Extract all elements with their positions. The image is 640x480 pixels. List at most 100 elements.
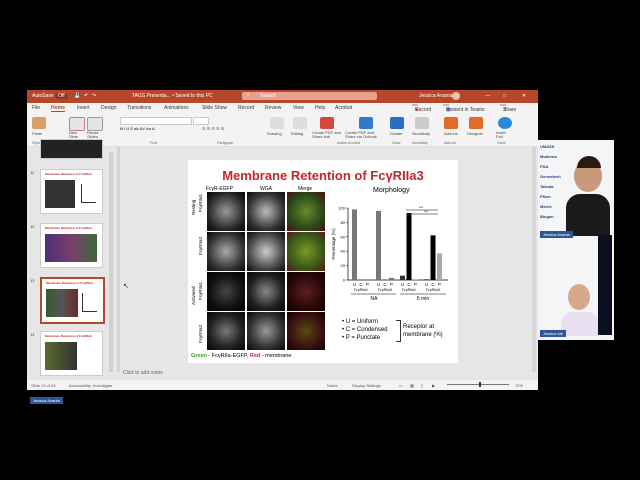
tab-acrobat[interactable]: Acrobat <box>335 105 352 111</box>
tab-design[interactable]: Design <box>101 105 117 111</box>
autosave-label: AutoSave <box>32 93 54 99</box>
slide-thumbnail[interactable]: Membrane Retention of FcγRIIa3 <box>40 169 103 214</box>
tab-transitions[interactable]: Transitions <box>127 105 151 111</box>
bar <box>358 279 364 280</box>
font-family-select[interactable] <box>120 117 192 125</box>
user-avatar[interactable] <box>452 92 460 100</box>
slide-thumbnail[interactable] <box>40 139 103 159</box>
slide-thumbnail[interactable]: Membrane Retention of FcγRIIa3 <box>40 331 103 376</box>
drawing-icon[interactable] <box>270 117 284 129</box>
splitter[interactable] <box>117 147 120 372</box>
present-in-teams-button[interactable]: ▣ Present in Teams <box>443 104 485 113</box>
category-label: U <box>353 282 356 287</box>
thumbnail-image <box>45 234 97 262</box>
thumbnail-chart <box>82 293 97 312</box>
sponsor-logo: Genentech <box>540 174 561 179</box>
create-pdf-outlook-label: Create PDF and Share via Outlook <box>345 130 377 139</box>
font-size-select[interactable] <box>193 117 209 125</box>
tab-insert[interactable]: Insert <box>77 105 90 111</box>
group-paragraph: Paragraph <box>217 141 234 145</box>
tab-slide-show[interactable]: Slide Show <box>202 105 227 111</box>
bar <box>389 277 394 280</box>
slide-thumbnail[interactable]: Membrane Retention of FcγRIIa3 <box>40 223 103 268</box>
accessibility-status[interactable]: Accessibility: Investigate <box>69 383 112 388</box>
tab-record[interactable]: Record <box>238 105 254 111</box>
participant-video <box>562 156 614 236</box>
zoom-slider[interactable] <box>447 384 509 385</box>
close-icon[interactable]: ✕ <box>522 93 526 99</box>
document-title: TAGS Presenta... • Saved to this PC <box>132 93 213 99</box>
paste-icon[interactable] <box>32 117 46 129</box>
bar <box>382 279 388 280</box>
create-pdf-share-icon[interactable] <box>320 117 334 129</box>
participant-strip-edge <box>598 235 612 335</box>
group-label: FcγRIIa3 <box>426 288 440 292</box>
slide-thumbnail-pane: 11 Membrane Retention of FcγRIIa3 12 Mem… <box>27 139 113 380</box>
figure-caption: Green - FcγRIIa-EGFP, Red - membrane <box>191 353 291 359</box>
row-group-label: Resting <box>191 199 196 215</box>
tab-help[interactable]: Help <box>315 105 325 111</box>
group-font: Font <box>150 141 158 145</box>
undo-icon[interactable]: ↶ <box>84 93 88 99</box>
category-label: C <box>383 282 387 287</box>
redo-icon[interactable]: ↷ <box>92 93 96 99</box>
sponsor-logo: UMASS <box>540 144 555 149</box>
significance-label: *** <box>419 206 424 210</box>
tab-view[interactable]: View <box>293 105 304 111</box>
insert-poll-icon[interactable] <box>498 117 512 129</box>
slide-canvas[interactable]: Membrane Retention of FcγRIIa3 FcγR-EGFP… <box>188 160 458 363</box>
slideshow-view-icon[interactable]: ▶ <box>432 383 435 388</box>
tab-animations[interactable]: Animations <box>164 105 189 111</box>
category-label: U <box>377 282 380 287</box>
editing-label: Editing <box>291 131 304 136</box>
micrograph <box>247 272 285 311</box>
legend-side-note: Receptor at membrane (%) <box>403 324 443 338</box>
row-label: FcγRIIa3 <box>198 324 203 343</box>
self-view-name-tag: Jessica Anania <box>30 397 63 404</box>
zoom-slider-thumb[interactable] <box>479 382 481 387</box>
new-slide-icon[interactable] <box>69 117 85 131</box>
maximize-icon[interactable]: □ <box>503 93 506 99</box>
minimize-icon[interactable]: — <box>485 93 490 99</box>
designer-icon[interactable] <box>469 117 483 129</box>
font-format-icons[interactable]: B I U S ab AV Aa A <box>120 126 155 131</box>
save-icon[interactable]: 💾 <box>74 93 80 99</box>
reading-view-icon[interactable]: ▯ <box>421 383 423 388</box>
thumbnail-image <box>46 289 78 317</box>
reuse-slides-label: Reuse Slides <box>87 130 99 139</box>
reuse-slides-icon[interactable] <box>87 117 103 131</box>
thumbnail-title: Membrane Retention of FcγRIIa3 <box>46 281 93 285</box>
category-label: P <box>414 282 417 287</box>
zoom-level[interactable]: 72% <box>515 383 523 388</box>
editing-icon[interactable] <box>293 117 307 129</box>
category-label: C <box>407 282 411 287</box>
slide-thumbnail-selected[interactable]: Membrane Retention of FcγRIIa3 <box>40 277 105 324</box>
record-button[interactable]: ● Record <box>412 104 431 113</box>
notes-placeholder[interactable]: Click to add notes <box>123 370 163 376</box>
search-icon: ⌕ <box>247 92 250 98</box>
create-pdf-outlook-icon[interactable] <box>359 117 373 129</box>
sensitivity-icon[interactable] <box>415 117 429 129</box>
autosave-toggle[interactable]: Off <box>55 93 68 99</box>
share-button[interactable]: ⇪ Share <box>500 104 516 113</box>
caption-green: Green <box>191 353 207 359</box>
participant-hair <box>577 156 601 168</box>
tab-home[interactable]: Home <box>51 105 65 112</box>
sorter-view-icon[interactable]: ▦ <box>410 383 414 388</box>
tab-review[interactable]: Review <box>265 105 281 111</box>
category-label: U <box>425 282 428 287</box>
sponsor-logo: FDA <box>540 164 549 169</box>
search-box[interactable]: ⌕ Search <box>242 92 377 100</box>
addins-icon[interactable] <box>444 117 458 129</box>
sponsor-logo: Biogen <box>540 214 554 219</box>
editor-scrollbar[interactable] <box>532 147 536 372</box>
dictate-icon[interactable] <box>390 117 404 129</box>
display-settings-button[interactable]: Display Settings <box>352 383 381 388</box>
notes-button[interactable]: Notes <box>327 383 337 388</box>
micrograph <box>287 312 325 350</box>
drawing-label: Drawing <box>267 131 282 136</box>
bar <box>406 213 412 280</box>
paragraph-icons[interactable]: ☰ ☰ ☰ ☰ ☰ <box>202 126 224 131</box>
normal-view-icon[interactable]: ▭ <box>399 383 403 388</box>
tab-file[interactable]: File <box>32 105 40 111</box>
